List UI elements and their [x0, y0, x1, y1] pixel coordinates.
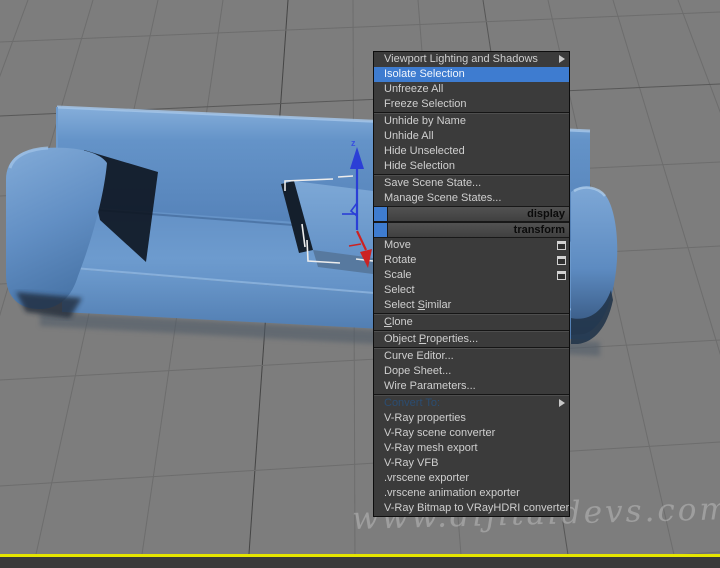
menu-item-vrscene-exporter[interactable]: .vrscene exporter [374, 471, 569, 486]
menu-item-rotate[interactable]: Rotate [374, 253, 569, 268]
menu-item-vray-scene-converter[interactable]: V-Ray scene converter [374, 426, 569, 441]
menu-item-viewport-lighting-and-shadows[interactable]: Viewport Lighting and Shadows [374, 52, 569, 67]
quad-title-marker-icon [374, 223, 388, 237]
quad-title-marker-icon [374, 207, 388, 221]
bottom-ui-bar [0, 557, 720, 568]
quad-menu: Viewport Lighting and Shadows Isolate Se… [373, 51, 570, 517]
menu-item-move[interactable]: Move [374, 238, 569, 253]
gizmo-z-axis-label: z [351, 138, 356, 148]
quad-title-display[interactable]: display [374, 206, 569, 222]
menu-item-vray-properties[interactable]: V-Ray properties [374, 411, 569, 426]
menu-item-dope-sheet[interactable]: Dope Sheet... [374, 364, 569, 379]
menu-item-manage-scene-states[interactable]: Manage Scene States... [374, 191, 569, 206]
menu-item-isolate-selection[interactable]: Isolate Selection [374, 67, 569, 82]
settings-box-icon[interactable] [557, 241, 566, 250]
menu-item-vray-bitmap-to-vrayhdri-converter[interactable]: V-Ray Bitmap to VRayHDRI converter [374, 501, 569, 516]
menu-item-hide-unselected[interactable]: Hide Unselected [374, 144, 569, 159]
menu-item-unhide-by-name[interactable]: Unhide by Name [374, 114, 569, 129]
scene-canvas[interactable]: z [0, 0, 720, 568]
menu-item-hide-selection[interactable]: Hide Selection [374, 159, 569, 174]
menu-item-unhide-all[interactable]: Unhide All [374, 129, 569, 144]
menu-item-select[interactable]: Select [374, 283, 569, 298]
menu-item-unfreeze-all[interactable]: Unfreeze All [374, 82, 569, 97]
menu-item-wire-parameters[interactable]: Wire Parameters... [374, 379, 569, 394]
settings-box-icon[interactable] [557, 271, 566, 280]
submenu-arrow-icon [559, 55, 565, 63]
menu-item-vray-vfb[interactable]: V-Ray VFB [374, 456, 569, 471]
menu-item-convert-to[interactable]: Convert To: [374, 396, 569, 411]
menu-item-vray-mesh-export[interactable]: V-Ray mesh export [374, 441, 569, 456]
menu-item-save-scene-state[interactable]: Save Scene State... [374, 176, 569, 191]
sofa-armrest-right [571, 187, 618, 335]
menu-item-curve-editor[interactable]: Curve Editor... [374, 349, 569, 364]
menu-item-select-similar[interactable]: Select Similar [374, 298, 569, 313]
viewport-3d[interactable]: z www.dijitaldevs.com Viewport Lighting … [0, 0, 720, 568]
menu-item-vrscene-animation-exporter[interactable]: .vrscene animation exporter [374, 486, 569, 501]
menu-item-scale[interactable]: Scale [374, 268, 569, 283]
settings-box-icon[interactable] [557, 256, 566, 265]
submenu-arrow-icon [559, 399, 565, 407]
quad-title-transform[interactable]: transform [374, 222, 569, 238]
menu-item-clone[interactable]: Clone [374, 315, 569, 330]
menu-item-object-properties[interactable]: Object Properties... [374, 332, 569, 347]
menu-item-freeze-selection[interactable]: Freeze Selection [374, 97, 569, 112]
